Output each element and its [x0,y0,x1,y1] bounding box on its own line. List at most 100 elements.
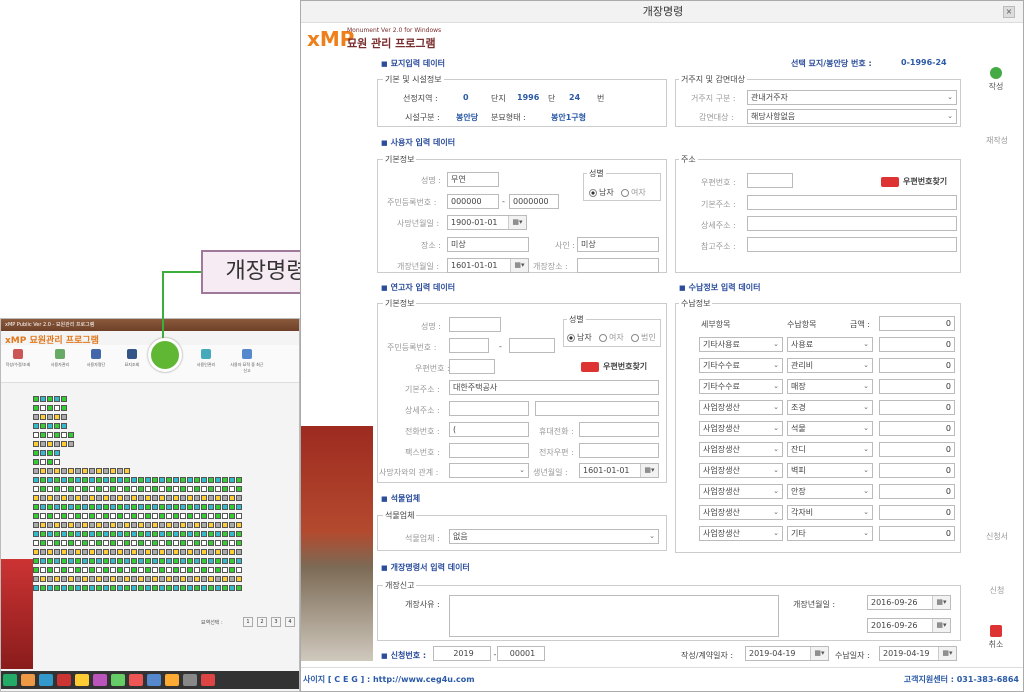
grave-cell[interactable] [75,495,81,501]
grave-cell[interactable] [166,531,172,537]
grave-cell[interactable] [124,495,130,501]
grave-cell[interactable] [166,477,172,483]
grave-cell[interactable] [40,567,46,573]
grave-cell[interactable] [166,585,172,591]
grave-cell[interactable] [47,414,53,420]
grave-cell[interactable] [89,567,95,573]
grave-cell[interactable] [145,549,151,555]
taskbar-app-icon[interactable] [147,674,161,686]
grave-cell[interactable] [89,576,95,582]
relative-gender-male[interactable]: 남자 [567,332,592,343]
grave-cell[interactable] [159,486,165,492]
payment-item-select[interactable]: 기타 ⌄ [787,526,873,541]
relative-gender-female[interactable]: 여자 [599,332,624,343]
grave-cell[interactable] [229,531,235,537]
grave-cell[interactable] [173,540,179,546]
grave-cell[interactable] [54,405,60,411]
grave-cell[interactable] [187,522,193,528]
grave-cell[interactable] [187,513,193,519]
grave-cell[interactable] [96,558,102,564]
grave-cell[interactable] [96,486,102,492]
grave-cell[interactable] [33,477,39,483]
grave-cell[interactable] [208,504,214,510]
grave-cell[interactable] [117,567,123,573]
grave-cell[interactable] [68,558,74,564]
grave-cell[interactable] [131,495,137,501]
grave-cell[interactable] [33,576,39,582]
grave-cell[interactable] [33,432,39,438]
grave-cell[interactable] [61,477,67,483]
payment-amount-field[interactable]: 0 [879,337,955,352]
grave-cell[interactable] [145,576,151,582]
grave-cell[interactable] [152,558,158,564]
grave-cell[interactable] [208,567,214,573]
calendar-icon[interactable]: ▦▾ [932,619,950,632]
grave-cell[interactable] [110,531,116,537]
grave-cell[interactable] [117,531,123,537]
grave-cell[interactable] [131,540,137,546]
grave-cell[interactable] [173,585,179,591]
grave-cell[interactable] [180,504,186,510]
grave-cell[interactable] [138,513,144,519]
grave-cell[interactable] [236,567,242,573]
grave-cell[interactable] [138,477,144,483]
grave-cell[interactable] [117,468,123,474]
grave-cell[interactable] [159,522,165,528]
taskbar-app-icon[interactable] [21,674,35,686]
grave-cell[interactable] [117,504,123,510]
reduction-select[interactable]: 해당사항없음 ⌄ [747,109,957,124]
grave-cell[interactable] [33,441,39,447]
grave-cell[interactable] [236,477,242,483]
grave-cell[interactable] [208,540,214,546]
grave-cell[interactable] [110,576,116,582]
grave-cell[interactable] [222,477,228,483]
grave-cell[interactable] [68,477,74,483]
grave-cell[interactable] [173,495,179,501]
grave-cell[interactable] [110,522,116,528]
grave-cell[interactable] [229,549,235,555]
user-zip-search-button[interactable]: 우편번호찾기 [881,176,947,187]
order-reason-field[interactable] [449,595,779,637]
grave-cell[interactable] [82,486,88,492]
grave-cell[interactable] [117,576,123,582]
payment-amount-field[interactable]: 0 [879,484,955,499]
grave-cell[interactable] [222,495,228,501]
grave-cell[interactable] [166,576,172,582]
grave-cell[interactable] [54,432,60,438]
write-date-field[interactable]: 2019-04-19 ▦▾ [745,646,829,661]
grave-cell[interactable] [152,522,158,528]
grave-cell[interactable] [40,441,46,447]
grave-cell[interactable] [110,495,116,501]
toolbar-button-recent[interactable]: 사용자 묘적 중 최근 신고 [229,349,265,374]
funeral-place-field[interactable]: 미상 [447,237,529,252]
grave-cell[interactable] [82,504,88,510]
grave-cell[interactable] [131,513,137,519]
grave-cell[interactable] [33,405,39,411]
grave-cell[interactable] [166,513,172,519]
grave-cell[interactable] [201,567,207,573]
grave-cell[interactable] [229,477,235,483]
grave-cell[interactable] [68,504,74,510]
grave-cell[interactable] [40,450,46,456]
grave-cell[interactable] [159,567,165,573]
grave-cell[interactable] [47,522,53,528]
grave-cell[interactable] [54,486,60,492]
payment-amount-field[interactable]: 0 [879,358,955,373]
grave-cell[interactable] [124,468,130,474]
user-name-field[interactable]: 무연 [447,172,499,187]
grave-cell[interactable] [208,531,214,537]
grave-cell[interactable] [96,585,102,591]
grave-cell[interactable] [159,504,165,510]
grave-cell[interactable] [75,567,81,573]
grave-cell[interactable] [47,486,53,492]
grave-cell[interactable] [47,450,53,456]
grave-cell[interactable] [68,432,74,438]
grave-cell[interactable] [54,441,60,447]
taskbar-app-icon[interactable] [39,674,53,686]
grave-cell[interactable] [152,549,158,555]
taskbar-app-icon[interactable] [129,674,143,686]
grave-cell[interactable] [68,585,74,591]
create-button[interactable]: 작성 [981,67,1011,92]
grave-cell[interactable] [75,486,81,492]
grave-cell[interactable] [54,414,60,420]
